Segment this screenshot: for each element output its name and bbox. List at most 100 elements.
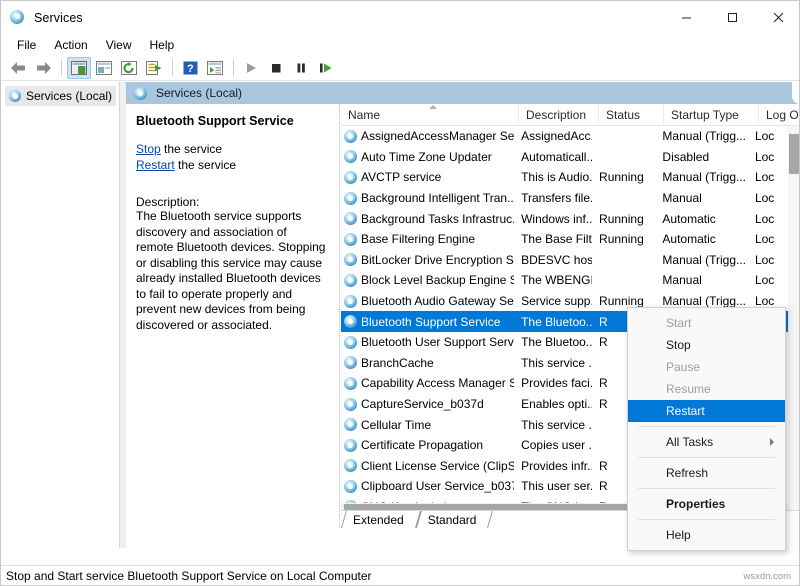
services-gear-icon bbox=[344, 439, 357, 452]
restart-service-link[interactable]: Restart bbox=[136, 158, 175, 172]
status-bar-text: Stop and Start service Bluetooth Support… bbox=[6, 569, 372, 583]
context-menu-item-restart[interactable]: Restart bbox=[628, 400, 785, 422]
services-gear-icon bbox=[344, 356, 357, 369]
svg-text:?: ? bbox=[187, 63, 194, 75]
pane-header-label: Services (Local) bbox=[156, 86, 242, 100]
context-menu-item-label: Properties bbox=[666, 497, 725, 511]
export-list-button[interactable] bbox=[142, 57, 166, 79]
menu-view[interactable]: View bbox=[97, 36, 141, 54]
tab-standard[interactable]: Standard bbox=[416, 511, 489, 528]
service-description-cell: This service ... bbox=[514, 356, 592, 370]
service-startup-type-cell: Manual bbox=[655, 273, 748, 287]
vertical-scrollbar-thumb[interactable] bbox=[789, 134, 799, 174]
column-header-startup-type[interactable]: Startup Type bbox=[664, 104, 759, 126]
context-menu-item-label: All Tasks bbox=[666, 435, 713, 449]
menu-action[interactable]: Action bbox=[45, 36, 96, 54]
service-name-cell: Clipboard User Service_b037d bbox=[341, 479, 514, 493]
sidebar-item-services-local[interactable]: Services (Local) bbox=[5, 86, 116, 106]
restart-service-suffix: the service bbox=[175, 158, 236, 172]
vertical-scrollbar[interactable] bbox=[788, 126, 800, 515]
table-row[interactable]: Auto Time Zone UpdaterAutomaticall...Dis… bbox=[341, 147, 788, 168]
services-gear-icon bbox=[9, 90, 21, 102]
pause-service-button[interactable] bbox=[289, 57, 313, 79]
tab-extended[interactable]: Extended bbox=[341, 511, 416, 528]
column-header-description[interactable]: Description bbox=[519, 104, 599, 126]
services-gear-icon bbox=[344, 130, 357, 143]
service-description-cell: The Base Filt... bbox=[514, 232, 592, 246]
service-name-label: Base Filtering Engine bbox=[361, 232, 475, 246]
maximize-button[interactable] bbox=[709, 1, 755, 34]
service-startup-type-cell: Manual (Trigg... bbox=[655, 170, 748, 184]
service-name-label: Clipboard User Service_b037d bbox=[361, 479, 514, 493]
page-title: Bluetooth Support Service bbox=[136, 114, 327, 128]
minimize-button[interactable] bbox=[663, 1, 709, 34]
context-menu-item-refresh[interactable]: Refresh bbox=[628, 462, 785, 484]
window-title: Services bbox=[34, 11, 83, 25]
column-header-name[interactable]: Name bbox=[341, 104, 519, 126]
help-button[interactable]: ? bbox=[178, 57, 202, 79]
context-menu-item-start: Start bbox=[628, 312, 785, 334]
service-name-cell: Cellular Time bbox=[341, 418, 514, 432]
service-name-cell: Certificate Propagation bbox=[341, 438, 514, 452]
table-row[interactable]: AssignedAccessManager Ser...AssignedAcc.… bbox=[341, 126, 788, 147]
status-bar: Stop and Start service Bluetooth Support… bbox=[1, 565, 800, 585]
column-header-log-on-as[interactable]: Log On As bbox=[759, 104, 800, 126]
description-text: The Bluetooth service supports discovery… bbox=[136, 209, 327, 333]
stop-service-button[interactable] bbox=[264, 57, 288, 79]
forward-button[interactable] bbox=[31, 57, 55, 79]
services-gear-icon bbox=[344, 377, 357, 390]
context-menu-separator bbox=[638, 426, 775, 427]
close-button[interactable] bbox=[755, 1, 800, 34]
context-menu-item-stop[interactable]: Stop bbox=[628, 334, 785, 356]
services-gear-icon bbox=[344, 253, 357, 266]
show-action-pane-button[interactable] bbox=[203, 57, 227, 79]
service-description-cell: Service supp... bbox=[514, 294, 592, 308]
context-menu: StartStopPauseResumeRestartAll TasksRefr… bbox=[627, 307, 786, 551]
refresh-button[interactable] bbox=[117, 57, 141, 79]
service-startup-type-cell: Manual (Trigg... bbox=[655, 129, 748, 143]
service-description-cell: Provides infr... bbox=[514, 459, 592, 473]
table-row[interactable]: Background Intelligent Tran...Transfers … bbox=[341, 188, 788, 209]
title-bar: Services bbox=[1, 1, 800, 34]
service-description-cell: Transfers file... bbox=[514, 191, 592, 205]
properties-window-button[interactable] bbox=[92, 57, 116, 79]
service-name-label: Capability Access Manager S... bbox=[361, 376, 514, 390]
context-menu-item-label: Refresh bbox=[666, 466, 708, 480]
service-log-on-as-cell: Loc bbox=[748, 212, 788, 226]
services-gear-icon bbox=[134, 87, 147, 100]
service-name-cell: Capability Access Manager S... bbox=[341, 376, 514, 390]
table-row[interactable]: Block Level Backup Engine S...The WBENGI… bbox=[341, 270, 788, 291]
restart-service-button[interactable] bbox=[314, 57, 338, 79]
menu-help[interactable]: Help bbox=[141, 36, 184, 54]
service-startup-type-cell: Disabled bbox=[655, 150, 748, 164]
context-menu-item-all-tasks[interactable]: All Tasks bbox=[628, 431, 785, 453]
service-description-cell: This user ser... bbox=[514, 479, 592, 493]
show-hide-console-tree-button[interactable] bbox=[67, 57, 91, 79]
service-name-cell: Bluetooth Support Service bbox=[341, 315, 514, 329]
service-startup-type-cell: Manual (Trigg... bbox=[655, 253, 748, 267]
table-row[interactable]: Base Filtering EngineThe Base Filt...Run… bbox=[341, 229, 788, 250]
service-startup-type-cell: Automatic bbox=[655, 212, 748, 226]
service-description-cell: Provides faci... bbox=[514, 376, 592, 390]
table-row[interactable]: AVCTP serviceThis is Audio...RunningManu… bbox=[341, 167, 788, 188]
service-startup-type-cell: Manual bbox=[655, 191, 748, 205]
service-name-cell: Base Filtering Engine bbox=[341, 232, 514, 246]
services-gear-icon bbox=[344, 171, 357, 184]
start-service-button[interactable] bbox=[239, 57, 263, 79]
service-name-label: AVCTP service bbox=[361, 170, 441, 184]
back-button[interactable] bbox=[6, 57, 30, 79]
toolbar-separator bbox=[233, 59, 234, 76]
service-name-label: Block Level Backup Engine S... bbox=[361, 273, 514, 287]
service-log-on-as-cell: Loc bbox=[748, 294, 788, 308]
column-header-status[interactable]: Status bbox=[599, 104, 664, 126]
watermark: wsxdn.com bbox=[743, 571, 791, 582]
context-menu-item-help[interactable]: Help bbox=[628, 524, 785, 546]
table-row[interactable]: BitLocker Drive Encryption S...BDESVC ho… bbox=[341, 250, 788, 271]
context-menu-item-properties[interactable]: Properties bbox=[628, 493, 785, 515]
stop-service-link[interactable]: Stop bbox=[136, 142, 161, 156]
table-row[interactable]: Background Tasks Infrastruc...Windows in… bbox=[341, 208, 788, 229]
service-description-cell: BDESVC hos... bbox=[514, 253, 592, 267]
service-name-cell: Auto Time Zone Updater bbox=[341, 150, 514, 164]
menu-file[interactable]: File bbox=[8, 36, 45, 54]
service-name-label: Auto Time Zone Updater bbox=[361, 150, 492, 164]
